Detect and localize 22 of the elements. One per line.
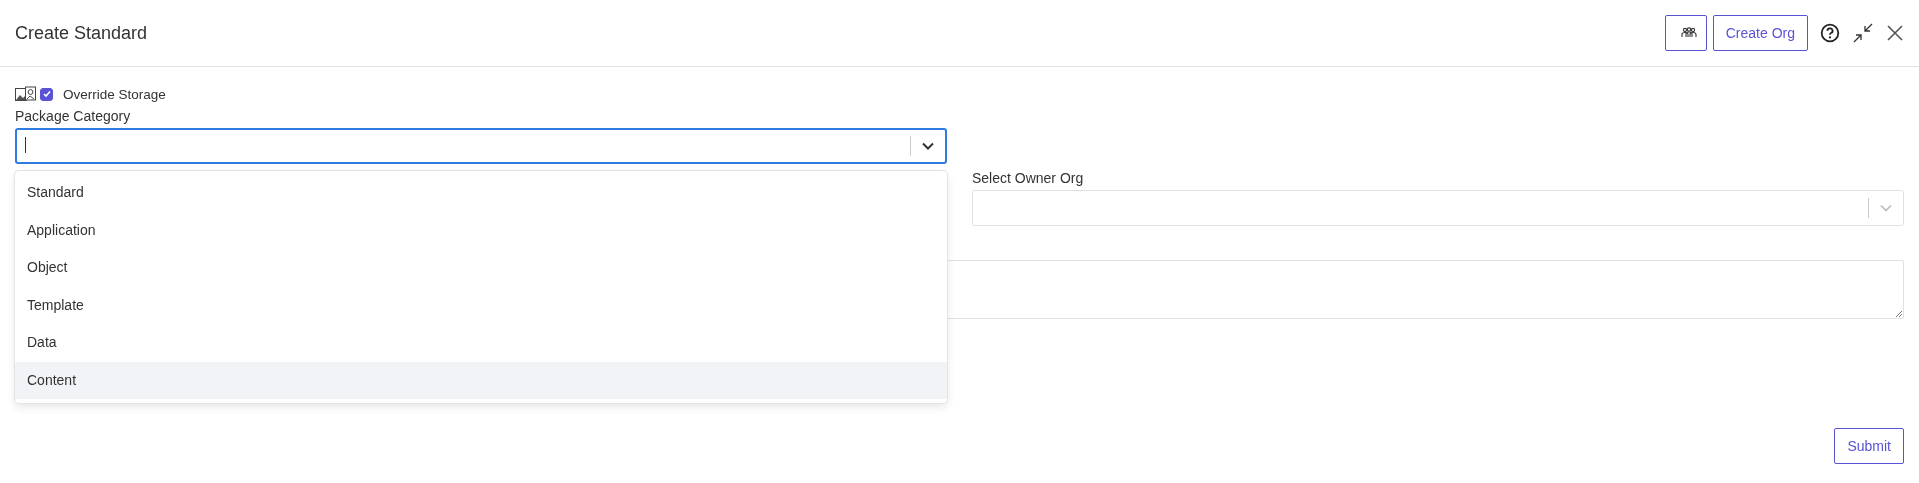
package-category-select[interactable] xyxy=(15,128,947,164)
override-storage-checkbox[interactable] xyxy=(40,87,53,101)
dropdown-option[interactable]: Standard xyxy=(15,174,947,212)
people-icon xyxy=(1680,27,1697,39)
override-storage-label: Override Storage xyxy=(63,86,166,102)
help-icon[interactable] xyxy=(1820,23,1840,43)
chevron-down-icon[interactable] xyxy=(921,141,935,151)
dropdown-option[interactable]: Content xyxy=(15,361,947,399)
close-icon[interactable] xyxy=(1886,24,1904,42)
groups-button[interactable] xyxy=(1664,15,1707,51)
dropdown-option[interactable]: Data xyxy=(15,324,947,362)
images-icon xyxy=(15,86,37,102)
submit-button[interactable]: Submit xyxy=(1834,428,1904,464)
dropdown-option[interactable]: Application xyxy=(15,211,947,249)
owner-org-label: Select Owner Org xyxy=(972,169,1085,187)
dropdown-option[interactable]: Object xyxy=(15,249,947,287)
create-org-button[interactable]: Create Org xyxy=(1712,15,1808,51)
package-category-label: Package Category xyxy=(15,107,132,125)
resize-handle-icon[interactable] xyxy=(1895,310,1903,318)
dropdown-option[interactable]: Template xyxy=(15,286,947,324)
dialog-title: Create Standard xyxy=(15,22,148,44)
minimize-icon[interactable] xyxy=(1852,22,1874,44)
